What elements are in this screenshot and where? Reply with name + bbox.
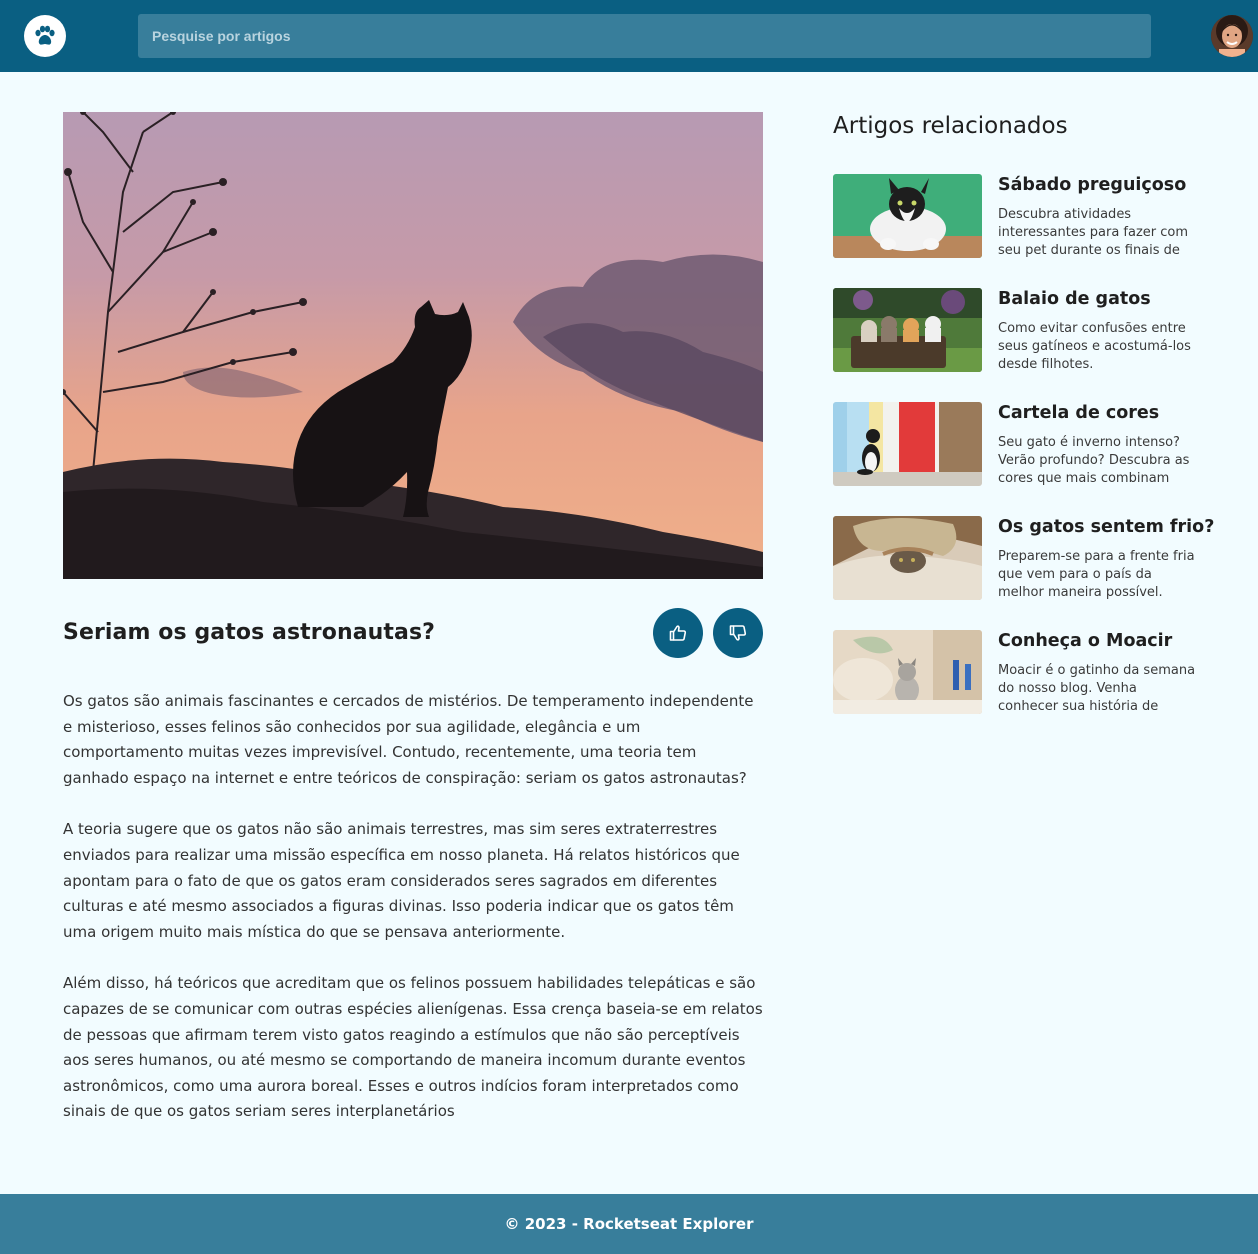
related-article-thumbnail[interactable] xyxy=(833,630,982,714)
related-article-item[interactable]: Os gatos sentem frio? Preparem-se para a… xyxy=(833,516,1214,630)
related-article-thumbnail[interactable] xyxy=(833,402,982,486)
avatar-image xyxy=(1211,15,1253,57)
related-articles-list: Sábado preguiçoso Descubra atividades in… xyxy=(833,174,1214,744)
article-hero-image xyxy=(63,112,763,579)
article-paragraph: A teoria sugere que os gatos não são ani… xyxy=(63,820,740,941)
article-title: Seriam os gatos astronautas? xyxy=(63,620,436,645)
related-article-title[interactable]: Balaio de gatos xyxy=(998,289,1151,309)
related-article-item[interactable]: Sábado preguiçoso Descubra atividades in… xyxy=(833,174,1203,288)
article-title-row: Seriam os gatos astronautas? xyxy=(63,608,763,660)
user-avatar[interactable] xyxy=(1211,15,1253,57)
article-paragraph: Os gatos são animais fascinantes e cerca… xyxy=(63,692,754,787)
cat-silhouette-sunset-image xyxy=(63,112,763,579)
related-article-thumbnail[interactable] xyxy=(833,516,982,600)
related-article-description: Moacir é o gatinho da semana do nosso bl… xyxy=(998,663,1196,714)
related-article-description: Preparem-se para a frente fria que vem p… xyxy=(998,549,1195,600)
paw-icon xyxy=(35,25,55,45)
related-article-description: Descubra atividades interessantes para f… xyxy=(998,207,1189,258)
article-body: Os gatos são animais fascinantes e cerca… xyxy=(63,689,763,1151)
dislike-button[interactable] xyxy=(713,608,763,658)
related-articles-heading: Artigos relacionados xyxy=(833,113,1068,139)
like-button[interactable] xyxy=(653,608,703,658)
related-article-title[interactable]: Cartela de cores xyxy=(998,403,1159,423)
related-article-thumbnail[interactable] xyxy=(833,288,982,372)
logo[interactable] xyxy=(24,15,66,57)
thumbs-down-icon xyxy=(729,625,747,641)
top-header xyxy=(0,0,1258,72)
related-article-thumbnail[interactable] xyxy=(833,174,982,258)
footer-copyright: © 2023 - Rocketseat Explorer xyxy=(504,1215,754,1233)
thumbs-up-icon xyxy=(669,625,687,641)
related-article-description: Seu gato é inverno intenso? Verão profun… xyxy=(998,435,1190,486)
related-article-title[interactable]: Sábado preguiçoso xyxy=(998,175,1186,195)
related-article-item[interactable]: Balaio de gatos Como evitar confusões en… xyxy=(833,288,1203,402)
page-footer: © 2023 - Rocketseat Explorer xyxy=(0,1194,1258,1254)
related-article-item[interactable]: Conheça o Moacir Moacir é o gatinho da s… xyxy=(833,630,1203,744)
related-article-description: Como evitar confusões entre seus gatíneo… xyxy=(998,321,1191,372)
related-article-item[interactable]: Cartela de cores Seu gato é inverno inte… xyxy=(833,402,1203,516)
search-input[interactable] xyxy=(138,14,1151,58)
article-paragraph: Além disso, há teóricos que acreditam qu… xyxy=(63,974,763,1121)
related-article-title[interactable]: Conheça o Moacir xyxy=(998,631,1172,651)
related-article-title[interactable]: Os gatos sentem frio? xyxy=(998,517,1214,537)
